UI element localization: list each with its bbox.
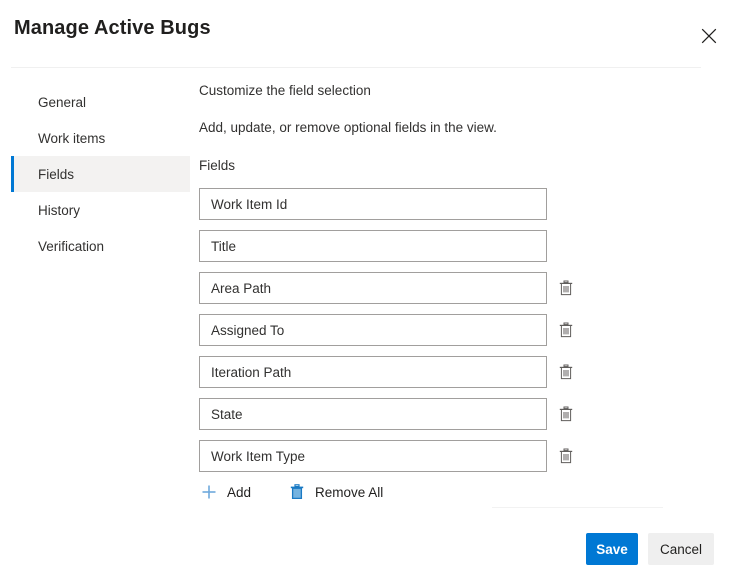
- panel-description: Add, update, or remove optional fields i…: [199, 120, 497, 135]
- cancel-button[interactable]: Cancel: [648, 533, 714, 565]
- sidebar-item-label: History: [38, 202, 81, 218]
- manage-active-bugs-dialog: Manage Active Bugs General Work items Fi…: [0, 0, 736, 574]
- delete-field-button[interactable]: [555, 276, 577, 300]
- trash-icon: [559, 364, 573, 380]
- trash-icon: [559, 448, 573, 464]
- delete-field-button[interactable]: [555, 318, 577, 342]
- close-icon: [701, 28, 717, 44]
- field-row: [199, 440, 699, 472]
- field-input-state[interactable]: [199, 398, 547, 430]
- field-list: [199, 188, 699, 472]
- add-field-label: Add: [227, 484, 252, 500]
- sidebar-item-label: Work items: [38, 130, 106, 146]
- delete-field-button[interactable]: [555, 402, 577, 426]
- dialog-header: Manage Active Bugs: [0, 0, 736, 68]
- save-button[interactable]: Save: [586, 533, 638, 565]
- sidebar-item-history[interactable]: History: [11, 192, 190, 228]
- sidebar-item-label: Verification: [38, 238, 105, 254]
- add-field-button[interactable]: Add: [199, 482, 251, 502]
- field-input-title[interactable]: [199, 230, 547, 262]
- trash-icon: [559, 322, 573, 338]
- fields-section-label: Fields: [199, 158, 236, 173]
- footer-divider: [492, 507, 663, 508]
- panel-heading: Customize the field selection: [199, 83, 371, 98]
- close-button[interactable]: [694, 21, 724, 51]
- trash-icon: [287, 482, 307, 502]
- remove-all-fields-button[interactable]: Remove All: [287, 482, 383, 502]
- delete-field-button[interactable]: [555, 444, 577, 468]
- delete-field-button[interactable]: [555, 360, 577, 384]
- field-input-iteration-path[interactable]: [199, 356, 547, 388]
- fields-panel: Customize the field selection Add, updat…: [199, 82, 699, 502]
- field-row: [199, 314, 699, 346]
- field-input-assigned-to[interactable]: [199, 314, 547, 346]
- sidebar-item-general[interactable]: General: [11, 84, 190, 120]
- header-divider: [11, 67, 701, 68]
- sidebar-item-work-items[interactable]: Work items: [11, 120, 190, 156]
- sidebar-item-label: General: [38, 94, 87, 110]
- plus-icon: [199, 482, 219, 502]
- sidebar-item-verification[interactable]: Verification: [11, 228, 190, 264]
- trash-icon: [559, 406, 573, 422]
- field-row: [199, 188, 699, 220]
- dialog-footer: Save Cancel: [0, 533, 736, 565]
- trash-icon: [559, 280, 573, 296]
- sidebar-nav: General Work items Fields History Verifi…: [0, 84, 190, 264]
- field-input-work-item-id[interactable]: [199, 188, 547, 220]
- sidebar-item-fields[interactable]: Fields: [11, 156, 190, 192]
- field-row: [199, 230, 699, 262]
- sidebar-item-label: Fields: [38, 166, 75, 182]
- field-row: [199, 356, 699, 388]
- remove-all-fields-label: Remove All: [315, 484, 384, 500]
- field-input-work-item-type[interactable]: [199, 440, 547, 472]
- field-input-area-path[interactable]: [199, 272, 547, 304]
- page-title: Manage Active Bugs: [14, 17, 211, 39]
- field-row: [199, 272, 699, 304]
- field-actions: Add Remove All: [199, 482, 699, 502]
- field-row: [199, 398, 699, 430]
